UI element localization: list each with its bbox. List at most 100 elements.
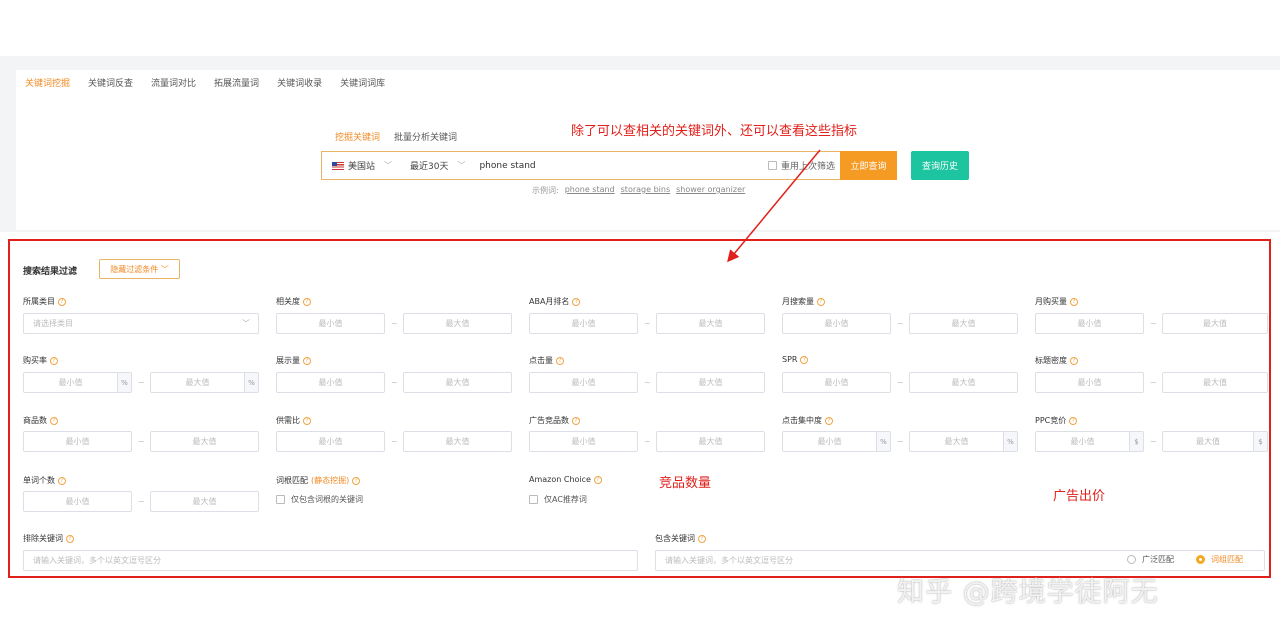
ac-only-option[interactable]: 仅AC推荐词	[529, 494, 587, 505]
query-now-button[interactable]: 立即查询	[840, 151, 897, 180]
title-density-min-input[interactable]: 最小值	[1035, 372, 1144, 393]
root-match-tag[interactable]: (静态挖掘)	[311, 475, 349, 486]
tab-expand-traffic[interactable]: 拓展流量词	[205, 70, 268, 98]
help-icon[interactable]: ?	[303, 416, 311, 425]
clicks-min-input[interactable]: 最小值	[529, 372, 638, 393]
word-count-min-input[interactable]: 最小值	[23, 491, 132, 512]
title-density-max-input[interactable]: 最大值	[1162, 372, 1268, 393]
category-select[interactable]: 请选择类目 ﹀	[23, 313, 259, 334]
ad-products-max-input[interactable]: 最大值	[656, 431, 765, 452]
purchase-rate-max-input[interactable]: 最大值%	[150, 372, 259, 393]
exclude-keywords-input[interactable]: 请输入关键词，多个以英文逗号区分	[23, 550, 638, 571]
spr-min-input[interactable]: 最小值	[782, 372, 891, 393]
phrase-match-label[interactable]: 词组匹配	[1211, 554, 1243, 565]
monthly-purchase-min-input[interactable]: 最小值	[1035, 313, 1144, 334]
help-icon[interactable]: ?	[303, 297, 311, 306]
ac-only-checkbox[interactable]	[529, 495, 538, 504]
relevance-min-input[interactable]: 最小值	[276, 313, 385, 334]
period-select[interactable]: 最近30天 ﹀	[400, 152, 473, 179]
ppc-bid-min-input[interactable]: 最小值 $	[1035, 431, 1144, 452]
reuse-last-filter[interactable]: 重用上次筛选	[767, 159, 841, 172]
keyword-search-input[interactable]	[473, 160, 768, 171]
label-supply-ratio: 供需比?	[276, 415, 311, 426]
example-keyword-link[interactable]: storage bins	[621, 185, 670, 196]
query-history-button[interactable]: 查询历史	[911, 151, 969, 180]
reuse-checkbox[interactable]	[767, 161, 777, 170]
help-icon[interactable]: ?	[825, 416, 833, 425]
help-icon[interactable]: ?	[698, 534, 706, 543]
supply-ratio-max-input[interactable]: 最大值	[403, 431, 512, 452]
example-keyword-link[interactable]: shower organizer	[676, 185, 745, 196]
mode-batch-analyze[interactable]: 批量分析关键词	[394, 130, 457, 143]
help-icon[interactable]: ?	[1070, 356, 1078, 365]
click-concentration-min-input[interactable]: 最小值%	[782, 431, 891, 452]
broad-match-label[interactable]: 广泛匹配	[1142, 554, 1174, 565]
period-select-value: 最近30天	[410, 162, 449, 172]
help-icon[interactable]: ?	[50, 416, 58, 425]
click-concentration-max-input[interactable]: 最大值%	[909, 431, 1018, 452]
help-icon[interactable]: ?	[58, 297, 66, 306]
mode-mine-keyword[interactable]: 挖掘关键词	[335, 130, 380, 143]
aba-rank-max-input[interactable]: 最大值	[656, 313, 765, 334]
monthly-search-min-input[interactable]: 最小值	[782, 313, 891, 334]
tab-keyword-index[interactable]: 关键词收录	[268, 70, 331, 98]
range-dash: ~	[391, 319, 398, 328]
help-icon[interactable]: ?	[50, 356, 58, 365]
help-icon[interactable]: ?	[303, 356, 311, 365]
help-icon[interactable]: ?	[556, 356, 564, 365]
impressions-max-input[interactable]: 最大值	[403, 372, 512, 393]
label-purchase-rate: 购买率?	[23, 355, 58, 366]
monthly-search-max-input[interactable]: 最大值	[909, 313, 1018, 334]
relevance-max-input[interactable]: 最大值	[403, 313, 512, 334]
supply-ratio-min-input[interactable]: 最小值	[276, 431, 385, 452]
search-mode-switch: 挖掘关键词 批量分析关键词	[335, 130, 457, 143]
site-select-value: 美国站	[348, 162, 376, 172]
help-icon[interactable]: ?	[66, 534, 74, 543]
help-icon[interactable]: ?	[572, 416, 580, 425]
products-min-input[interactable]: 最小值	[23, 431, 132, 452]
label-include-keywords: 包含关键词?	[655, 533, 706, 544]
help-icon[interactable]: ?	[1070, 297, 1078, 306]
help-icon[interactable]: ?	[58, 476, 66, 485]
radio-phrase-match[interactable]	[1196, 555, 1205, 564]
site-select[interactable]: 美国站 ﹀	[322, 152, 400, 179]
range-dash: ~	[138, 378, 145, 387]
help-icon[interactable]: ?	[800, 355, 809, 364]
clicks-max-input[interactable]: 最大值	[656, 372, 765, 393]
aba-rank-min-input[interactable]: 最小值	[529, 313, 638, 334]
products-max-input[interactable]: 最大值	[150, 431, 259, 452]
purchase-rate-min-input[interactable]: 最小值%	[23, 372, 132, 393]
root-only-checkbox[interactable]	[276, 495, 285, 504]
help-icon[interactable]: ?	[1069, 416, 1078, 425]
root-only-option[interactable]: 仅包含词根的关键词	[276, 494, 363, 505]
label-ad-products: 广告竞品数?	[529, 415, 580, 426]
spr-max-input[interactable]: 最大值	[909, 372, 1018, 393]
label-products: 商品数?	[23, 415, 58, 426]
tab-keyword-library[interactable]: 关键词词库	[331, 70, 394, 98]
range-dash: ~	[391, 378, 398, 387]
percent-unit: %	[117, 373, 131, 392]
help-icon[interactable]: ?	[593, 475, 602, 484]
tab-keyword-reverse[interactable]: 关键词反查	[79, 70, 142, 98]
impressions-min-input[interactable]: 最小值	[276, 372, 385, 393]
radio-broad-match[interactable]	[1127, 555, 1136, 564]
label-aba-rank: ABA月排名?	[529, 296, 581, 307]
help-icon[interactable]: ?	[817, 297, 825, 306]
dollar-unit: $	[1253, 432, 1267, 451]
hide-filter-button[interactable]: 隐藏过滤条件 ﹀	[99, 259, 180, 279]
range-dash: ~	[644, 319, 651, 328]
label-monthly-purchase: 月购买量?	[1035, 296, 1078, 307]
word-count-max-input[interactable]: 最大值	[150, 491, 259, 512]
search-box: 美国站 ﹀ 最近30天 ﹀ 重用上次筛选	[321, 151, 841, 180]
label-title-density: 标题密度?	[1035, 355, 1078, 366]
help-icon[interactable]: ?	[352, 476, 361, 485]
tab-traffic-compare[interactable]: 流量词对比	[142, 70, 205, 98]
tab-keyword-mining[interactable]: 关键词挖掘	[16, 70, 79, 98]
label-amazon-choice: Amazon Choice?	[529, 475, 602, 484]
example-keyword-link[interactable]: phone stand	[565, 185, 615, 196]
ppc-bid-max-input[interactable]: 最大值 $	[1162, 431, 1268, 452]
range-dash: ~	[138, 437, 145, 446]
monthly-purchase-max-input[interactable]: 最大值	[1162, 313, 1268, 334]
ad-products-min-input[interactable]: 最小值	[529, 431, 638, 452]
help-icon[interactable]: ?	[572, 297, 581, 306]
